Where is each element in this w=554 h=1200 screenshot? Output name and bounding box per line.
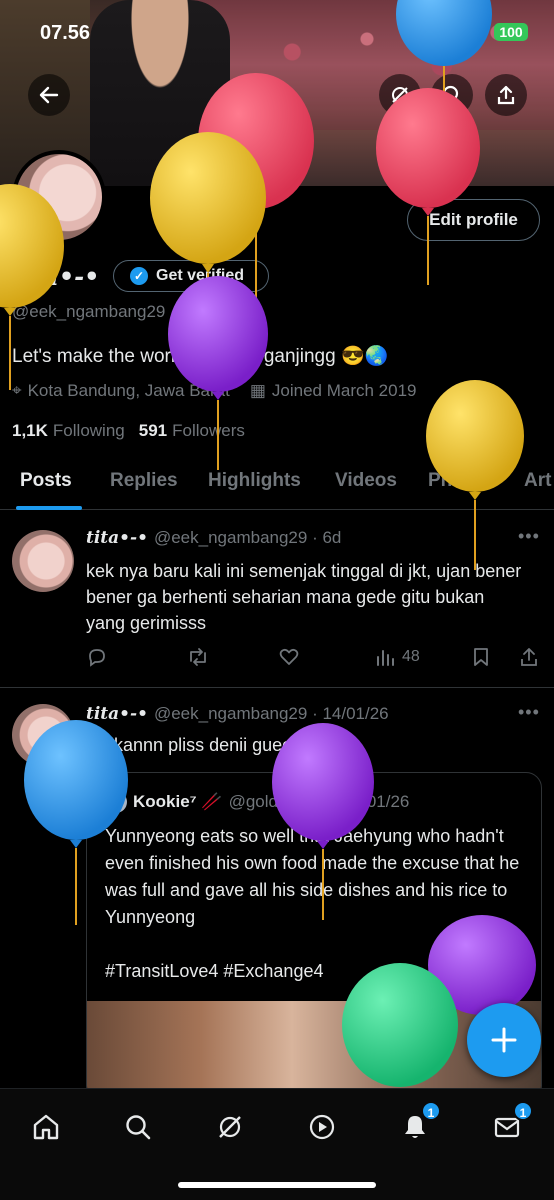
search-icon <box>126 1115 151 1140</box>
nav-search[interactable] <box>118 1107 158 1147</box>
home-icon <box>33 1114 59 1140</box>
messages-badge: 1 <box>513 1101 533 1121</box>
balloon-yellow-left <box>0 184 64 390</box>
balloon-purple <box>168 276 268 470</box>
play-circle-icon <box>309 1114 335 1140</box>
home-indicator <box>178 1182 376 1188</box>
balloon-blue-left <box>24 720 128 925</box>
balloon-green <box>342 963 458 1087</box>
nav-home[interactable] <box>26 1107 66 1147</box>
balloon-yellow-right <box>426 380 524 570</box>
plus-icon <box>491 1027 517 1053</box>
grok-icon <box>219 1116 241 1138</box>
compose-post-button[interactable] <box>467 1003 541 1077</box>
balloon-animation-overlay <box>0 0 536 1087</box>
balloon-purple-mid <box>272 723 374 920</box>
balloon-red-right <box>376 88 480 285</box>
nav-grok[interactable] <box>210 1107 250 1147</box>
nav-videos[interactable] <box>302 1107 342 1147</box>
notifications-badge: 1 <box>421 1101 441 1121</box>
